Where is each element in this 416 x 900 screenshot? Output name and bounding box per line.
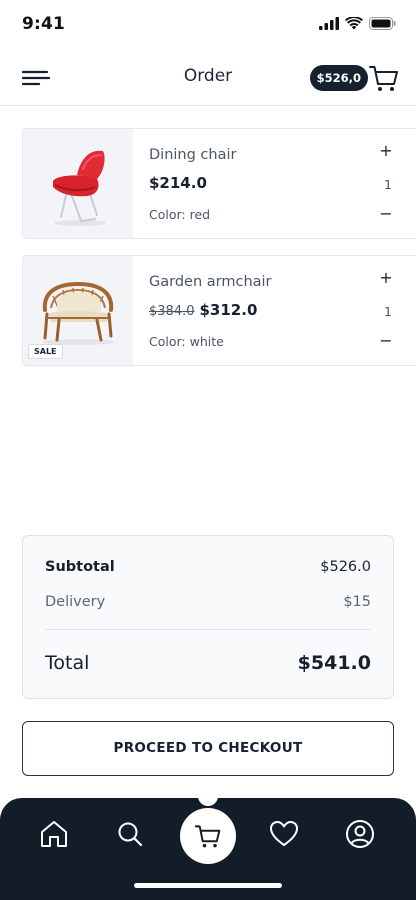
- cart-item[interactable]: SALE Garden armchair $384.0 $312.0 Color…: [22, 255, 416, 366]
- decrease-quantity-button[interactable]: −: [378, 204, 394, 224]
- proceed-to-checkout-button[interactable]: PROCEED TO CHECKOUT: [22, 721, 394, 776]
- subtotal-row: Subtotal $526.0: [45, 559, 371, 575]
- delivery-row: Delivery $15: [45, 594, 371, 610]
- profile-icon: [346, 820, 374, 848]
- cart-icon: [369, 66, 398, 91]
- nav-cart[interactable]: [180, 808, 236, 864]
- chair-image: [53, 150, 106, 226]
- summary-divider: [45, 629, 371, 630]
- product-price: $312.0: [199, 301, 258, 319]
- product-name: Dining chair: [149, 147, 237, 163]
- heart-icon: [270, 821, 298, 846]
- nav-home[interactable]: [38, 818, 70, 850]
- home-indicator: [134, 883, 282, 888]
- header-cart-button[interactable]: [368, 62, 400, 94]
- product-image: SALE: [23, 256, 133, 365]
- total-value: $541.0: [297, 652, 371, 674]
- bottom-nav: [0, 798, 416, 900]
- signal-icon: [319, 17, 339, 30]
- price-row: $214.0: [149, 174, 207, 192]
- increase-quantity-button[interactable]: +: [378, 268, 394, 288]
- total-label: Total: [45, 652, 90, 674]
- product-name: Garden armchair: [149, 274, 272, 290]
- delivery-label: Delivery: [45, 594, 106, 610]
- nav-profile[interactable]: [344, 818, 376, 850]
- wifi-icon: [345, 17, 363, 30]
- header: Order $526,0: [0, 52, 416, 106]
- product-price: $214.0: [149, 174, 207, 192]
- quantity-value: 1: [384, 304, 392, 319]
- delivery-value: $15: [343, 594, 371, 610]
- product-image: [23, 129, 133, 238]
- search-icon: [118, 822, 143, 847]
- battery-icon: [369, 17, 396, 30]
- cart-item[interactable]: Dining chair $214.0 Color: red + 1 −: [22, 128, 416, 239]
- total-row: Total $541.0: [45, 652, 371, 674]
- nav-favorites[interactable]: [268, 818, 300, 850]
- decrease-quantity-button[interactable]: −: [378, 331, 394, 351]
- original-price: $384.0: [149, 304, 195, 319]
- order-summary: Subtotal $526.0 Delivery $15 Total $541.…: [22, 535, 394, 699]
- cart-total-badge: $526,0: [309, 65, 368, 91]
- status-time: 9:41: [22, 14, 66, 34]
- product-color: Color: white: [149, 334, 224, 349]
- status-icons: [319, 17, 396, 30]
- increase-quantity-button[interactable]: +: [378, 141, 394, 161]
- subtotal-value: $526.0: [320, 559, 371, 575]
- sale-badge: SALE: [28, 344, 63, 359]
- status-bar: 9:41: [0, 0, 416, 50]
- home-icon: [41, 821, 67, 847]
- quantity-value: 1: [384, 177, 392, 192]
- price-row: $384.0 $312.0: [149, 301, 257, 319]
- nav-search[interactable]: [114, 818, 146, 850]
- cart-icon: [194, 825, 221, 848]
- product-color: Color: red: [149, 207, 211, 222]
- subtotal-label: Subtotal: [45, 559, 115, 575]
